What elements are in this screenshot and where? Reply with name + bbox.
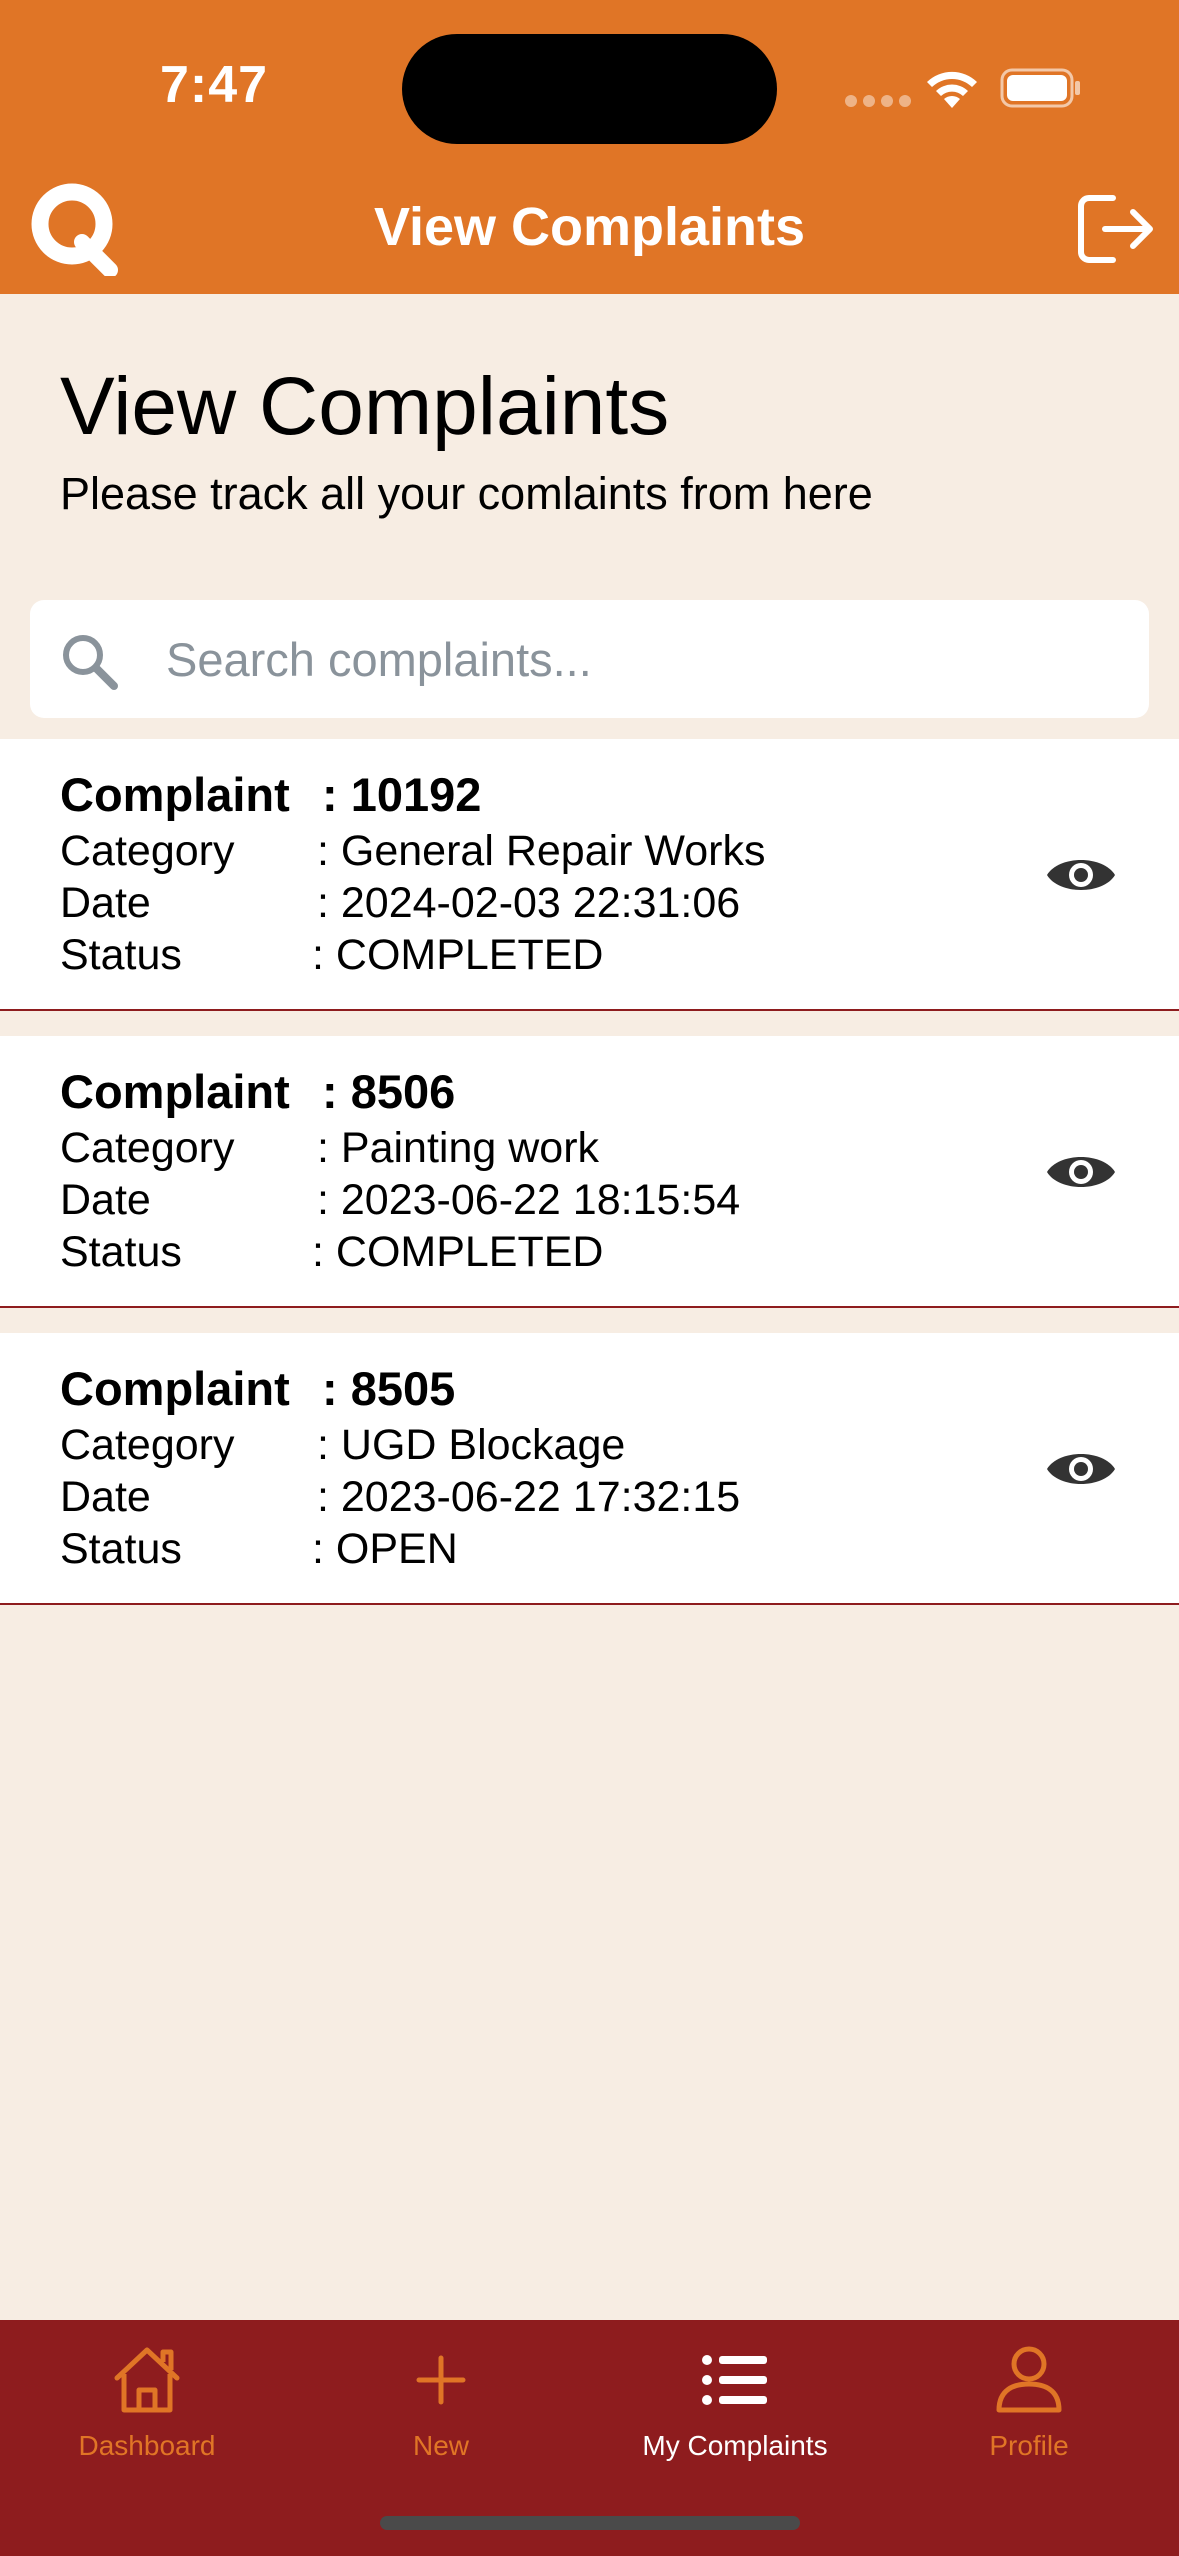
header-title: View Complaints	[373, 197, 806, 257]
complaint-label: Complaint	[60, 1065, 290, 1118]
category-label: Category	[60, 827, 235, 875]
complaint-id: : 8505	[322, 1362, 456, 1415]
dynamic-island	[402, 34, 777, 144]
search-input[interactable]	[166, 620, 1116, 698]
tab-new[interactable]: New	[294, 2320, 588, 2470]
view-eye-icon[interactable]	[1045, 1443, 1117, 1495]
date-label: Date	[60, 879, 151, 927]
status-label: Status	[60, 1525, 182, 1573]
tab-my-complaints[interactable]: My Complaints	[588, 2320, 882, 2470]
date-value: : 2023-06-22 17:32:15	[317, 1473, 741, 1521]
search-bar[interactable]	[30, 600, 1149, 718]
date-label: Date	[60, 1176, 151, 1224]
search-icon	[63, 635, 118, 690]
page-title: View Complaints	[60, 361, 670, 452]
category-value: : Painting work	[317, 1124, 600, 1172]
status-value: : OPEN	[312, 1525, 458, 1573]
complaint-label: Complaint	[60, 1362, 290, 1415]
tab-label: My Complaints	[642, 2430, 828, 2461]
category-value: : UGD Blockage	[317, 1421, 626, 1469]
tab-dashboard[interactable]: Dashboard	[0, 2320, 294, 2470]
tab-profile[interactable]: Profile	[882, 2320, 1176, 2470]
date-value: : 2024-02-03 22:31:06	[317, 879, 741, 927]
tab-label: Profile	[989, 2430, 1069, 2461]
view-eye-icon[interactable]	[1045, 849, 1117, 901]
complaint-id: : 8506	[322, 1065, 456, 1118]
status-time: 7:47	[160, 56, 269, 114]
home-indicator	[380, 2516, 800, 2530]
category-value: : General Repair Works	[317, 827, 766, 875]
list-icon	[702, 2355, 767, 2405]
wifi-icon	[927, 71, 977, 108]
view-eye-icon[interactable]	[1045, 1146, 1117, 1198]
user-icon	[996, 2346, 1062, 2413]
complaint-card[interactable]: Complaint : 8506 Category : Painting wor…	[0, 1036, 1179, 1308]
battery-icon	[1000, 68, 1080, 108]
date-value: : 2023-06-22 18:15:54	[317, 1176, 741, 1224]
complaint-card[interactable]: Complaint : 10192 Category : General Rep…	[0, 739, 1179, 1011]
top-app-bar: 7:47 View Complaints	[0, 0, 1179, 294]
status-value: : COMPLETED	[312, 1228, 604, 1276]
category-label: Category	[60, 1124, 235, 1172]
complaint-id: : 10192	[322, 768, 482, 821]
status-label: Status	[60, 931, 182, 979]
plus-icon	[416, 2355, 466, 2405]
category-label: Category	[60, 1421, 235, 1469]
status-label: Status	[60, 1228, 182, 1276]
date-label: Date	[60, 1473, 151, 1521]
complaint-label: Complaint	[60, 768, 290, 821]
logout-icon[interactable]	[1075, 192, 1157, 266]
tab-label: Dashboard	[78, 2430, 216, 2461]
status-value: : COMPLETED	[312, 931, 604, 979]
page-subtitle: Please track all your comlaints from her…	[60, 468, 873, 519]
cellular-signal-icon	[845, 95, 911, 107]
home-icon	[114, 2347, 180, 2413]
tab-label: New	[412, 2430, 469, 2461]
complaint-card[interactable]: Complaint : 8505 Category : UGD Blockage…	[0, 1333, 1179, 1605]
